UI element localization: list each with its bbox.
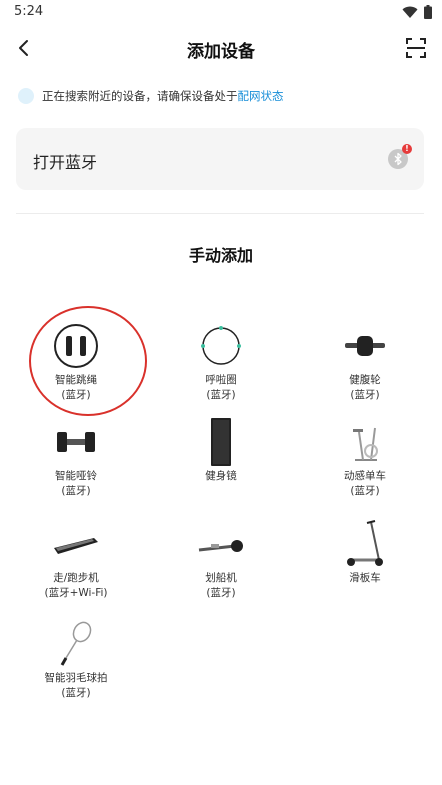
device-connectivity: (蓝牙) <box>61 389 91 401</box>
treadmill-icon <box>54 538 98 554</box>
dumbbell-icon <box>57 432 95 452</box>
jump-rope-icon <box>54 324 98 368</box>
device-connectivity: (蓝牙) <box>350 389 380 401</box>
scan-icon[interactable] <box>404 36 428 60</box>
status-bar: 5:24 <box>0 0 442 26</box>
bluetooth-warning-badge: ! <box>402 144 412 154</box>
device-connectivity: (蓝牙) <box>61 485 91 497</box>
device-jump-rope[interactable]: 智能跳绳 (蓝牙) <box>16 322 136 403</box>
device-smart-dumbbell[interactable]: 智能哑铃 (蓝牙) <box>16 418 136 499</box>
device-name: 动感单车 <box>344 470 386 482</box>
search-tip: 正在搜索附近的设备，请确保设备处于配网状态 <box>18 88 284 104</box>
hula-hoop-icon <box>201 326 241 365</box>
device-scooter[interactable]: 滑板车 <box>305 520 425 586</box>
device-treadmill[interactable]: 走/跑步机 (蓝牙+Wi-Fi) <box>16 520 136 601</box>
device-connectivity: (蓝牙+Wi-Fi) <box>44 587 108 599</box>
battery-icon <box>424 5 432 19</box>
device-name: 划船机 <box>205 572 237 584</box>
rowing-machine-icon <box>198 540 243 552</box>
device-ab-roller[interactable]: 健腹轮 (蓝牙) <box>305 322 425 403</box>
device-connectivity: (蓝牙) <box>206 587 236 599</box>
open-bluetooth-label: 打开蓝牙 <box>33 153 98 172</box>
device-name: 智能羽毛球拍 <box>44 672 108 684</box>
pairing-mode-link[interactable]: 配网状态 <box>238 89 284 103</box>
open-bluetooth-card[interactable]: 打开蓝牙 ! <box>16 128 424 190</box>
device-name: 智能跳绳 <box>55 374 97 386</box>
nav-bar: 添加设备 <box>0 26 442 72</box>
status-time: 5:24 <box>14 4 44 19</box>
tip-message: 正在搜索附近的设备，请确保设备处于 <box>42 89 238 103</box>
device-name: 呼啦圈 <box>205 374 237 386</box>
wifi-icon <box>402 6 418 18</box>
device-rowing-machine[interactable]: 划船机 (蓝牙) <box>161 520 281 601</box>
device-connectivity: (蓝牙) <box>61 687 91 699</box>
device-name: 走/跑步机 <box>53 572 99 584</box>
device-spin-bike[interactable]: 动感单车 (蓝牙) <box>305 418 425 499</box>
searching-indicator-icon <box>18 88 34 104</box>
device-name: 健身镜 <box>205 470 237 482</box>
badminton-racket-icon <box>60 621 92 666</box>
device-fitness-mirror[interactable]: 健身镜 <box>161 418 281 484</box>
device-badminton-racket[interactable]: 智能羽毛球拍 (蓝牙) <box>16 620 136 701</box>
device-name: 滑板车 <box>349 572 381 584</box>
status-icons <box>402 5 432 19</box>
manual-add-title: 手动添加 <box>188 246 253 265</box>
tip-text: 正在搜索附近的设备，请确保设备处于配网状态 <box>42 88 284 104</box>
device-connectivity: (蓝牙) <box>350 485 380 497</box>
divider <box>16 213 424 214</box>
device-name: 智能哑铃 <box>55 470 97 482</box>
page-title: 添加设备 <box>187 42 255 62</box>
device-name: 健腹轮 <box>349 374 381 386</box>
scooter-icon <box>347 520 383 566</box>
device-hula-hoop[interactable]: 呼啦圈 (蓝牙) <box>161 322 281 403</box>
device-connectivity: (蓝牙) <box>206 389 236 401</box>
fitness-mirror-icon <box>211 418 231 466</box>
spin-bike-icon <box>353 427 378 461</box>
ab-roller-icon <box>345 336 385 356</box>
